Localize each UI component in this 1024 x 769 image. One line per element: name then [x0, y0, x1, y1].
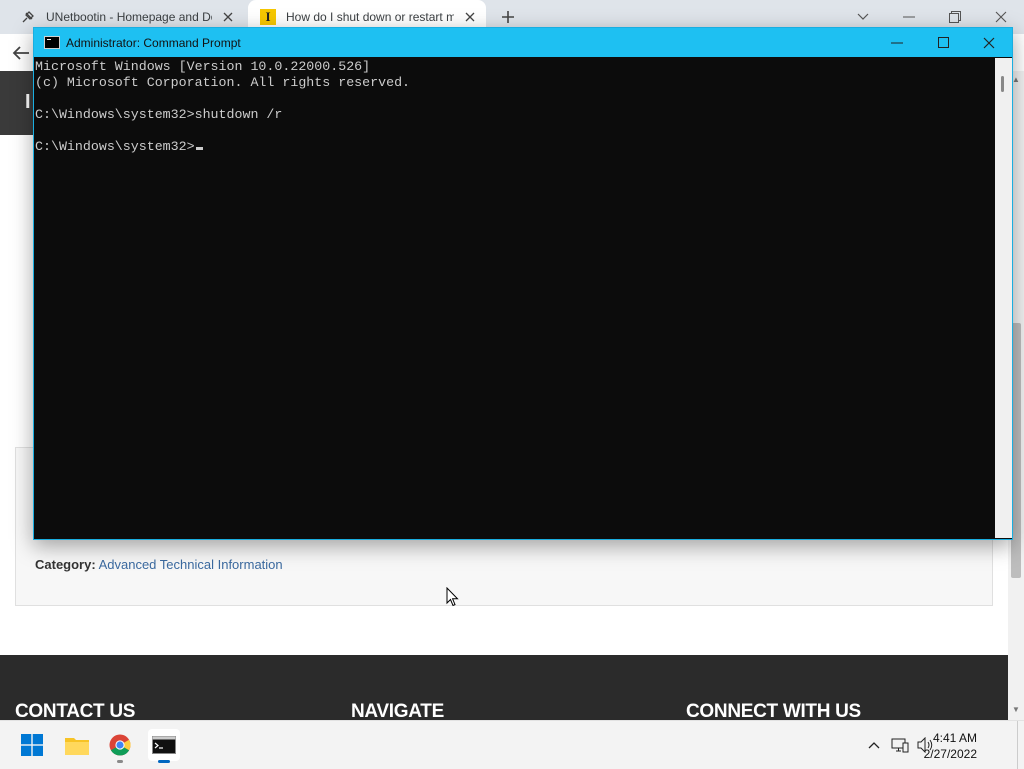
- cmd-window-title: Administrator: Command Prompt: [66, 35, 241, 50]
- console-line: Microsoft Windows [Version 10.0.22000.52…: [35, 59, 371, 74]
- chrome-icon[interactable]: [104, 729, 136, 763]
- show-hidden-icons-chevron-icon[interactable]: [864, 735, 884, 755]
- clock[interactable]: 4:41 AM 2/27/2022: [924, 730, 977, 762]
- back-arrow-icon[interactable]: [10, 42, 32, 64]
- clock-time: 4:41 AM: [932, 731, 977, 745]
- article-category: Category: Advanced Technical Information: [35, 557, 283, 572]
- site-footer: CONTACT US NAVIGATE CONNECT WITH US: [0, 655, 1008, 722]
- category-label: Category:: [35, 557, 96, 572]
- command-prompt-taskbar-icon[interactable]: [148, 729, 180, 763]
- tab-title: How do I shut down or restart m: [286, 10, 454, 24]
- minimize-icon[interactable]: [874, 28, 920, 57]
- cmd-scroll-thumb[interactable]: [1001, 76, 1004, 92]
- command-prompt-window[interactable]: Administrator: Command Prompt Microsoft …: [33, 27, 1013, 540]
- cmd-app-icon: [44, 36, 60, 49]
- tab-title: UNetbootin - Homepage and Do: [46, 10, 212, 24]
- active-indicator: [158, 760, 170, 763]
- text-cursor: [195, 147, 203, 150]
- network-icon[interactable]: [890, 735, 910, 755]
- site-header-strip: I: [0, 71, 34, 135]
- clock-date: 2/27/2022: [923, 747, 977, 761]
- cmd-title-bar[interactable]: Administrator: Command Prompt: [34, 28, 1012, 57]
- start-windows-icon[interactable]: [16, 729, 48, 761]
- header-glyph: I: [25, 91, 31, 113]
- windows-taskbar: 4:41 AM 2/27/2022: [0, 720, 1024, 769]
- scroll-down-arrow-icon[interactable]: ▼: [1012, 705, 1020, 714]
- mouse-pointer-icon: [446, 586, 459, 612]
- close-icon[interactable]: [966, 28, 1012, 57]
- running-indicator: [117, 760, 123, 763]
- category-link[interactable]: Advanced Technical Information: [99, 557, 283, 572]
- infosec-favicon-icon: I: [260, 9, 276, 25]
- console-prompt: C:\Windows\system32>: [35, 139, 195, 154]
- close-tab-icon[interactable]: [462, 9, 478, 25]
- unetbootin-favicon-icon: [20, 9, 36, 25]
- cmd-window-controls: [874, 28, 1012, 57]
- console-line: (c) Microsoft Corporation. All rights re…: [35, 75, 411, 90]
- file-explorer-icon[interactable]: [61, 729, 93, 761]
- close-tab-icon[interactable]: [220, 9, 236, 25]
- scroll-up-arrow-icon[interactable]: ▲: [1012, 75, 1020, 84]
- console-line: C:\Windows\system32>shutdown /r: [35, 107, 283, 122]
- cmd-scrollbar[interactable]: [995, 58, 1012, 538]
- new-tab-plus-icon[interactable]: [498, 7, 518, 27]
- console-output[interactable]: Microsoft Windows [Version 10.0.22000.52…: [34, 58, 995, 539]
- show-desktop-button[interactable]: [1017, 721, 1024, 769]
- console-prompt-line[interactable]: C:\Windows\system32>: [35, 139, 995, 155]
- maximize-icon[interactable]: [920, 28, 966, 57]
